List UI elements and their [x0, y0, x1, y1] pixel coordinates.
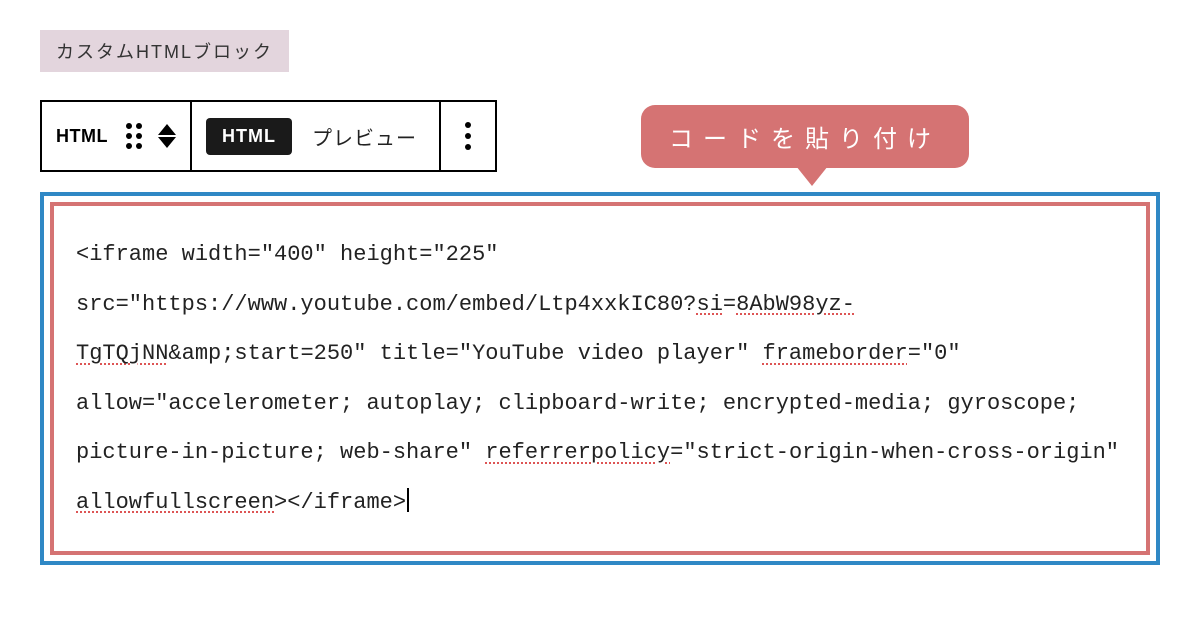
annotation-callout: コードを貼り付け — [641, 105, 969, 168]
block-type-indicator[interactable]: HTML — [56, 126, 108, 147]
code-editor-selection-outline: <iframe width="400" height="225" src="ht… — [40, 192, 1160, 565]
spellcheck-token: si — [697, 292, 723, 317]
move-arrows — [158, 124, 176, 148]
code-token: = — [723, 292, 736, 317]
code-token: ></iframe> — [274, 490, 406, 515]
drag-handle-icon[interactable] — [126, 123, 142, 149]
text-cursor — [407, 488, 409, 512]
spellcheck-token: referrerpolicy — [485, 440, 670, 465]
html-view-button[interactable]: HTML — [206, 118, 292, 155]
code-token: <iframe width="400" height="225" src="ht… — [76, 242, 697, 317]
preview-view-button[interactable]: プレビュー — [304, 116, 425, 157]
move-down-icon[interactable] — [158, 137, 176, 148]
more-options-icon[interactable] — [455, 122, 481, 150]
toolbar-section-view: HTML プレビュー — [192, 102, 441, 170]
move-up-icon[interactable] — [158, 124, 176, 135]
callout-pointer-icon — [796, 166, 828, 186]
toolbar-section-block: HTML — [42, 102, 192, 170]
toolbar-section-more — [441, 102, 495, 170]
html-code-textarea[interactable]: <iframe width="400" height="225" src="ht… — [76, 230, 1124, 527]
spellcheck-token: allowfullscreen — [76, 490, 274, 515]
toolbar-row: HTML HTML プレビュー コードを貼り付け — [40, 100, 1160, 172]
code-token: ="strict-origin-when-cross-origin" — [670, 440, 1132, 465]
code-editor-highlight: <iframe width="400" height="225" src="ht… — [50, 202, 1150, 555]
block-toolbar: HTML HTML プレビュー — [40, 100, 497, 172]
block-type-label: カスタムHTMLブロック — [40, 30, 289, 72]
code-token: &amp;start=250" title="YouTube video pla… — [168, 341, 762, 366]
callout-bubble: コードを貼り付け — [641, 105, 969, 168]
spellcheck-token: frameborder — [763, 341, 908, 366]
